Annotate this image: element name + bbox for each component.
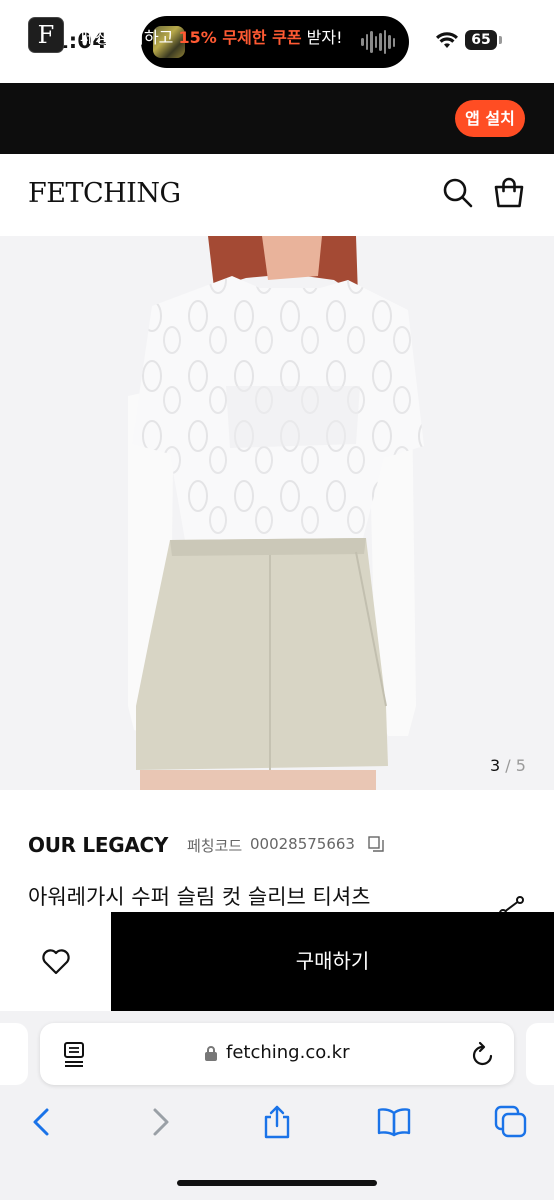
image-counter-separator: / — [500, 756, 516, 775]
install-app-button[interactable]: 앱 설치 — [455, 100, 525, 137]
app-logo-icon: F — [28, 17, 64, 53]
buy-button[interactable]: 구매하기 — [111, 912, 554, 1011]
promo-text-after: 받자! — [301, 28, 343, 47]
brand-name[interactable]: OUR LEGACY — [28, 833, 168, 857]
copy-icon[interactable] — [368, 836, 384, 852]
share-sheet-icon[interactable] — [259, 1104, 295, 1140]
lock-icon — [205, 1046, 217, 1061]
promo-highlight: 15% 무제한 쿠폰 — [178, 28, 302, 47]
audio-wave-icon — [361, 30, 395, 54]
promo-text-before: 페칭 설치하고 — [80, 28, 179, 47]
search-icon[interactable] — [440, 175, 476, 211]
previous-tab-preview[interactable] — [0, 1023, 28, 1085]
site-logo[interactable]: FETCHING — [28, 178, 181, 209]
forward-icon[interactable] — [143, 1104, 179, 1140]
url-text[interactable]: fetching.co.kr — [226, 1042, 349, 1063]
back-icon[interactable] — [23, 1104, 59, 1140]
bookmarks-icon[interactable] — [376, 1104, 412, 1140]
tabs-icon[interactable] — [493, 1104, 529, 1140]
reload-icon[interactable] — [470, 1040, 496, 1068]
home-indicator — [177, 1180, 377, 1186]
reader-icon[interactable] — [62, 1040, 88, 1068]
product-name: 아워레가시 수퍼 슬림 컷 슬리브 티셔츠 — [28, 885, 371, 909]
product-code-value: 00028575663 — [250, 835, 355, 853]
image-counter-current: 3 — [490, 756, 501, 775]
heart-icon — [41, 948, 70, 974]
wishlist-button[interactable] — [0, 912, 111, 1011]
battery-indicator: 65 — [465, 30, 497, 50]
image-counter-total: 5 — [515, 756, 526, 775]
promo-text: 페칭 설치하고 15% 무제한 쿠폰 받자! — [80, 24, 343, 48]
wifi-icon — [436, 32, 458, 48]
image-counter: 3 / 5 — [490, 756, 526, 775]
product-code-label: 페칭코드 — [187, 837, 243, 855]
next-tab-preview[interactable] — [526, 1023, 554, 1085]
bag-icon[interactable] — [491, 175, 527, 211]
product-photo — [0, 236, 554, 790]
product-image[interactable] — [0, 236, 554, 790]
battery-tip — [499, 36, 502, 44]
